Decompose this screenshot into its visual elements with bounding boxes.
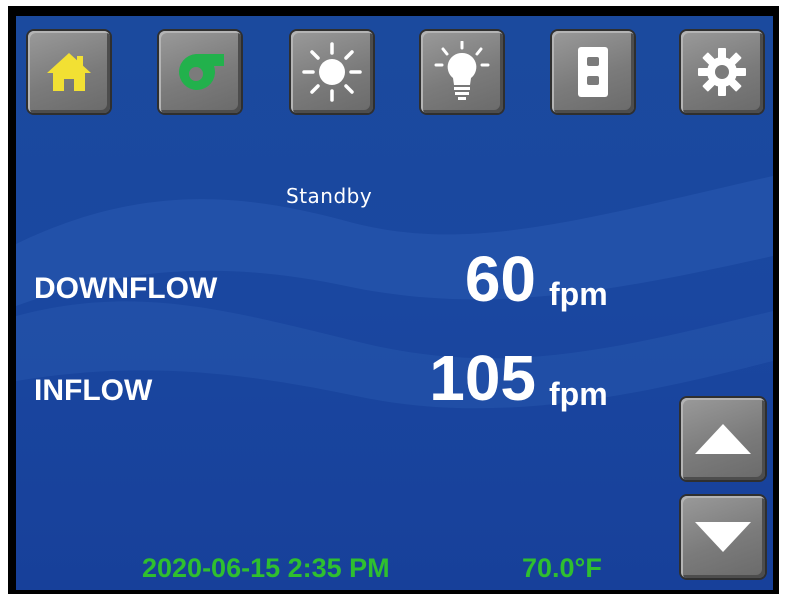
light-button[interactable] — [421, 31, 503, 113]
downflow-unit: fpm — [549, 276, 608, 312]
downflow-label: DOWNFLOW — [34, 272, 218, 305]
arrow-down-icon — [695, 522, 751, 552]
uv-light-button[interactable] — [291, 31, 373, 113]
scroll-down-button[interactable] — [681, 496, 765, 578]
blower-button[interactable] — [159, 31, 241, 113]
date-time: 2020-06-15 2:35 PM — [142, 553, 390, 583]
arrow-up-icon — [695, 424, 751, 454]
home-icon — [47, 53, 91, 91]
home-button[interactable] — [28, 31, 110, 113]
inflow-label: INFLOW — [34, 374, 153, 407]
touchscreen: Standby DOWNFLOW 60 fpm INFLOW 105 fpm 2… — [16, 16, 773, 590]
settings-button[interactable] — [681, 31, 763, 113]
temperature: 70.0°F — [522, 553, 602, 583]
status-mode: Standby — [286, 184, 373, 208]
inflow-unit: fpm — [549, 376, 608, 412]
fan-blower-icon — [179, 54, 224, 90]
lightbulb-icon — [434, 41, 490, 100]
outlet-icon — [578, 47, 608, 97]
downflow-value: 60 — [464, 243, 536, 315]
inflow-value: 105 — [429, 342, 536, 414]
sun-icon — [302, 42, 362, 102]
gear-icon — [698, 48, 746, 96]
scroll-up-button[interactable] — [681, 398, 765, 480]
outlet-button[interactable] — [552, 31, 634, 113]
